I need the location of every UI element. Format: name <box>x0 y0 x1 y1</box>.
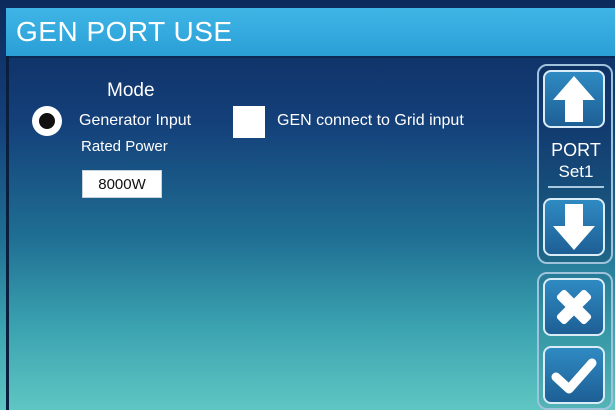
mode-label: Mode <box>107 80 155 101</box>
port-set-label: Set1 <box>558 162 594 181</box>
title-bar: GEN PORT USE <box>6 8 615 58</box>
close-icon <box>556 289 592 325</box>
gen-port-use-screen: GEN PORT USE Mode Generator Input Rated … <box>0 0 615 410</box>
confirm-button[interactable] <box>543 346 605 404</box>
gen-grid-input-checkbox[interactable] <box>233 106 265 138</box>
cancel-button[interactable] <box>543 278 605 336</box>
radio-selected-dot <box>39 113 55 129</box>
page-title: GEN PORT USE <box>16 16 233 47</box>
left-frame-edge <box>6 56 9 410</box>
generator-input-radio[interactable] <box>32 106 62 136</box>
page-down-button[interactable] <box>543 198 605 256</box>
port-label: PORT <box>551 140 601 160</box>
arrow-down-icon <box>553 204 595 250</box>
rated-power-field[interactable]: 8000W <box>82 170 162 198</box>
port-divider <box>548 186 604 188</box>
rated-power-label: Rated Power <box>81 138 168 155</box>
page-up-button[interactable] <box>543 70 605 128</box>
arrow-up-icon <box>553 76 595 122</box>
gen-grid-input-label: GEN connect to Grid input <box>277 112 464 129</box>
generator-input-label: Generator Input <box>79 112 192 129</box>
check-icon <box>551 358 597 394</box>
